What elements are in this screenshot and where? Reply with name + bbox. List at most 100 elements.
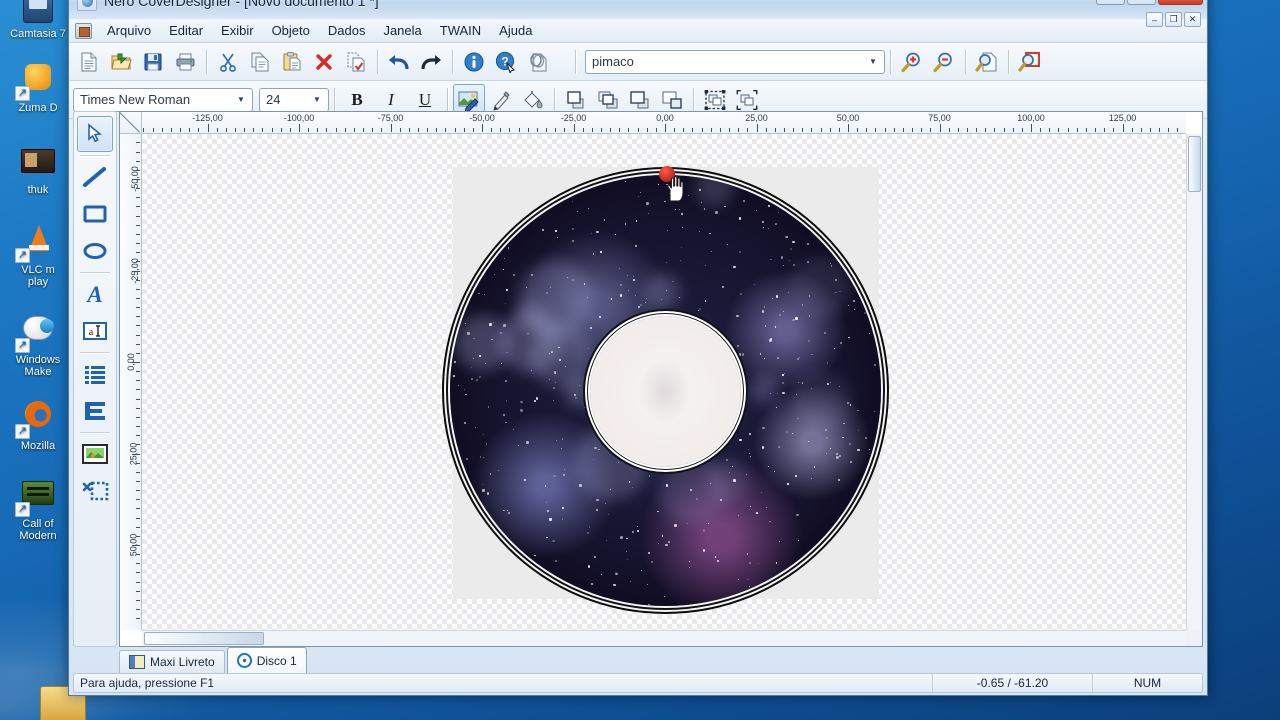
mdi-close-button[interactable]: ✕ <box>1184 12 1201 27</box>
menu-item-arquivo[interactable]: Arquivo <box>98 20 160 41</box>
star <box>663 595 665 597</box>
bold-button[interactable]: B <box>340 86 374 114</box>
artistic-text-tool[interactable]: A <box>77 276 113 312</box>
design-canvas[interactable] <box>142 134 1186 630</box>
underline-button[interactable]: U <box>408 86 442 114</box>
horizontal-scrollbar[interactable] <box>142 630 1186 646</box>
menu-item-dados[interactable]: Dados <box>319 20 375 41</box>
ruler-tick <box>136 462 140 464</box>
track-list-tool[interactable] <box>77 393 113 429</box>
desktop-icon-thuk[interactable]: thuk <box>0 144 76 196</box>
star <box>583 406 585 408</box>
save-floppy-icon <box>144 53 162 70</box>
font-family-combo[interactable]: Times New Roman ▼ <box>73 87 253 112</box>
desktop-icon-movie-maker[interactable]: ↗ Windows Make <box>0 314 76 378</box>
star <box>795 317 798 320</box>
ruler-tick <box>136 389 140 391</box>
mdi-restore-button[interactable]: ❐ <box>1165 12 1182 27</box>
desktop-icon-vlc[interactable]: ↗ VLC m play <box>0 224 76 288</box>
desktop-icon-mozilla[interactable]: ↗ Mozilla <box>0 400 76 452</box>
rectangle-tool[interactable] <box>77 196 113 232</box>
field-list-tool[interactable] <box>77 356 113 392</box>
save-button[interactable] <box>137 46 169 78</box>
thuk-icon <box>17 144 59 182</box>
ruler-tick <box>225 128 227 132</box>
star <box>605 540 607 542</box>
open-button[interactable] <box>105 46 137 78</box>
window-minimize-button[interactable]: – <box>1096 0 1125 5</box>
selection-tool[interactable] <box>77 116 113 152</box>
toolbar-separator <box>206 49 207 74</box>
ruler-tick <box>136 371 140 373</box>
ellipse-tool[interactable] <box>77 233 113 269</box>
star <box>795 474 797 477</box>
new-document-button[interactable] <box>73 46 105 78</box>
star <box>505 302 506 304</box>
menu-item-janela[interactable]: Janela <box>374 20 430 41</box>
copy-button[interactable] <box>244 46 276 78</box>
document-system-menu-icon[interactable] <box>75 22 92 39</box>
ruler-tick <box>136 206 140 208</box>
zoom-selection-button[interactable] <box>1014 46 1046 78</box>
print-button[interactable] <box>169 46 201 78</box>
image-tool[interactable] <box>77 436 113 472</box>
ruler-tick <box>136 325 140 327</box>
ruler-tick <box>136 526 140 528</box>
star <box>625 180 626 182</box>
vertical-scrollbar-thumb[interactable] <box>1188 136 1201 192</box>
star <box>857 448 860 452</box>
font-size-combo[interactable]: 24 ▼ <box>259 87 329 112</box>
ruler-tick <box>701 128 703 132</box>
select-all-button[interactable] <box>340 46 372 78</box>
desktop-icon-call-of-duty[interactable]: ↗ Call of Modern <box>0 478 76 542</box>
zoom-in-button[interactable] <box>896 46 928 78</box>
crop-tool[interactable] <box>77 473 113 509</box>
cd-disc-artwork[interactable] <box>450 175 881 606</box>
italic-button[interactable]: I <box>374 86 408 114</box>
desktop-icon-camtasia[interactable]: Camtasia 7 <box>0 0 76 40</box>
context-help-button[interactable]: ? <box>490 46 522 78</box>
vertical-scrollbar[interactable] <box>1186 134 1202 630</box>
text-box-tool[interactable]: a <box>77 313 113 349</box>
menu-item-ajuda[interactable]: Ajuda <box>490 20 541 41</box>
mdi-minimize-button[interactable]: – <box>1146 12 1163 27</box>
zoom-page-button[interactable] <box>971 46 1003 78</box>
tool-palette: A a <box>73 111 117 647</box>
undo-button[interactable] <box>383 46 415 78</box>
desktop-icon-zuma[interactable]: ↗ Zuma D <box>0 62 76 114</box>
horizontal-scrollbar-thumb[interactable] <box>144 632 264 645</box>
window-close-button[interactable]: ✕ <box>1158 0 1203 5</box>
paste-button[interactable] <box>276 46 308 78</box>
star <box>750 455 752 457</box>
cd-artwork-object[interactable] <box>450 166 881 606</box>
ruler-tick <box>136 288 140 290</box>
cut-button[interactable] <box>212 46 244 78</box>
main-toolbar: ? pimaco ▼ <box>69 43 1207 81</box>
image-brush-icon <box>458 91 479 111</box>
star <box>556 236 558 238</box>
star <box>737 344 740 347</box>
page-tab-disco-1[interactable]: Disco 1 <box>226 647 307 673</box>
document-type-combo[interactable]: pimaco ▼ <box>585 49 885 74</box>
page-tab-maxi-livreto[interactable]: Maxi Livreto <box>119 650 225 673</box>
menu-item-exibir[interactable]: Exibir <box>212 20 263 41</box>
star <box>863 311 866 314</box>
redo-button[interactable] <box>415 46 447 78</box>
star <box>641 569 642 571</box>
star <box>630 580 631 582</box>
star <box>476 379 478 381</box>
star <box>703 320 705 322</box>
delete-button[interactable] <box>308 46 340 78</box>
group-icon <box>704 89 726 110</box>
zoom-out-button[interactable] <box>928 46 960 78</box>
ruler-tick <box>136 334 140 336</box>
line-tool[interactable] <box>77 159 113 195</box>
window-maximize-button[interactable]: ❐ <box>1127 0 1156 5</box>
menu-item-twain[interactable]: TWAIN <box>431 20 490 41</box>
nero-express-button[interactable] <box>522 46 554 78</box>
ruler-tick <box>793 128 795 132</box>
desktop-icon-label: Mozilla <box>20 440 56 452</box>
menu-item-objeto[interactable]: Objeto <box>263 20 319 41</box>
document-info-button[interactable] <box>458 46 490 78</box>
menu-item-editar[interactable]: Editar <box>160 20 212 41</box>
